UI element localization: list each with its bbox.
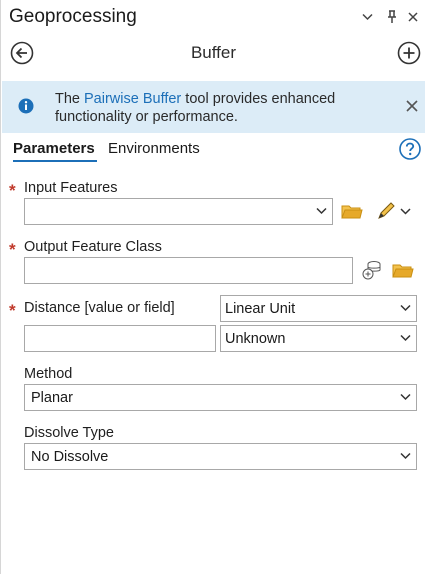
geoprocessing-pane: Geoprocessing Buffer The Pairwise Buffer…	[0, 0, 425, 574]
chevron-down-icon	[400, 334, 411, 342]
active-tab-indicator	[13, 160, 97, 162]
database-icon[interactable]	[361, 259, 383, 281]
pairwise-buffer-link[interactable]: Pairwise Buffer	[84, 91, 181, 107]
tab-parameters[interactable]: Parameters	[13, 140, 95, 157]
input-features-label: Input Features	[24, 180, 118, 196]
chevron-down-icon	[400, 393, 411, 401]
pane-title: Geoprocessing	[9, 6, 137, 27]
chevron-down-icon	[400, 452, 411, 460]
tool-title: Buffer	[190, 43, 237, 62]
info-icon	[18, 98, 34, 114]
distance-type-dropdown[interactable]: Linear Unit	[220, 295, 417, 322]
tab-environments[interactable]: Environments	[108, 140, 200, 157]
input-features-dropdown[interactable]	[24, 198, 333, 225]
required-marker: *	[9, 240, 16, 259]
info-banner: The Pairwise Buffer tool provides enhanc…	[2, 81, 425, 133]
distance-label: Distance [value or field]	[24, 300, 175, 316]
output-feature-class-label: Output Feature Class	[24, 239, 162, 255]
pane-title-bar: Geoprocessing	[1, 0, 425, 34]
pane-options-chevron-icon[interactable]	[359, 9, 375, 25]
chevron-down-icon	[316, 207, 327, 215]
help-icon[interactable]	[399, 138, 421, 160]
method-label: Method	[24, 366, 73, 382]
chevron-down-icon	[400, 304, 411, 312]
browse-folder-icon[interactable]	[341, 200, 363, 222]
method-dropdown[interactable]: Planar	[24, 384, 417, 411]
banner-close-icon[interactable]	[405, 99, 419, 113]
distance-unit-dropdown[interactable]: Unknown	[220, 325, 417, 352]
banner-message: The Pairwise Buffer tool provides enhanc…	[55, 91, 336, 125]
dissolve-type-label: Dissolve Type	[24, 425, 114, 441]
distance-value-input[interactable]	[24, 325, 216, 352]
output-feature-class-input[interactable]	[24, 257, 353, 284]
create-features-pencil-icon[interactable]	[375, 200, 415, 222]
pin-icon[interactable]	[384, 9, 400, 25]
add-plus-icon[interactable]	[397, 41, 421, 65]
close-pane-icon[interactable]	[405, 9, 421, 25]
required-marker: *	[9, 181, 16, 200]
required-marker: *	[9, 301, 16, 320]
browse-folder-icon[interactable]	[392, 259, 414, 281]
dissolve-type-dropdown[interactable]: No Dissolve	[24, 443, 417, 470]
